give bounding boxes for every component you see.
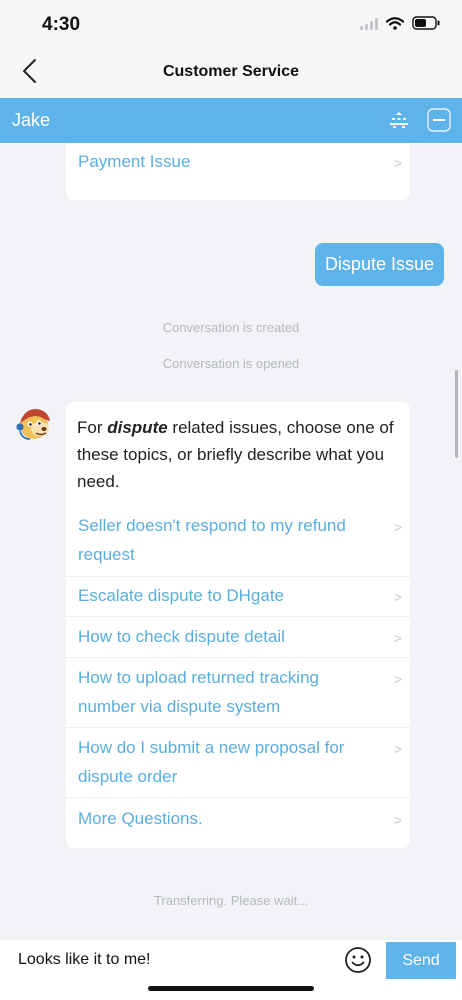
divider [66, 657, 410, 658]
topic-escalate-dispute[interactable]: Escalate dispute to DHgate > [66, 581, 410, 610]
status-icons [360, 16, 440, 35]
signal-icon [360, 17, 378, 35]
divider [66, 797, 410, 798]
input-bar: Send [0, 940, 462, 1000]
agent-bar: Jake [0, 98, 462, 143]
bot-message-card: For dispute related issues, choose one o… [66, 402, 410, 848]
minimize-icon[interactable] [426, 107, 452, 133]
chat-area[interactable]: Payment Issue > Dispute Issue Conversati… [0, 143, 462, 940]
wifi-icon [385, 16, 405, 35]
topic-seller-no-response[interactable]: Seller doesn't respond to my refund requ… [66, 511, 410, 569]
topic-label: Escalate dispute to DHgate [78, 586, 285, 605]
battery-icon [412, 16, 440, 35]
system-message-created: Conversation is created [162, 320, 300, 335]
system-message-opened: Conversation is opened [162, 356, 300, 371]
topic-label: More Questions. [78, 809, 203, 828]
send-button[interactable]: Send [386, 942, 456, 979]
topic-label: How to upload returned tracking number v… [78, 668, 319, 716]
status-time: 4:30 [42, 14, 81, 35]
chevron-right-icon: > [393, 741, 402, 757]
previous-topic-card: Payment Issue > [66, 143, 410, 200]
divider [66, 616, 410, 617]
page-title: Customer Service [162, 63, 300, 80]
home-indicator [148, 986, 314, 991]
topic-submit-proposal[interactable]: How do I submit a new proposal for dispu… [66, 733, 410, 791]
topic-more-questions[interactable]: More Questions. > [66, 804, 410, 833]
chevron-right-icon: > [393, 589, 402, 605]
topic-payment-issue[interactable]: Payment Issue > [66, 147, 410, 176]
smiley-icon[interactable] [344, 946, 372, 974]
divider [66, 727, 410, 728]
chevron-right-icon: > [393, 671, 402, 687]
message-input[interactable] [10, 940, 332, 980]
bot-message-keyword: dispute [107, 418, 168, 437]
divider [66, 576, 410, 577]
agent-avatar [14, 403, 54, 443]
topic-upload-tracking[interactable]: How to upload returned tracking number v… [66, 663, 410, 721]
bot-message-prefix: For [77, 418, 108, 437]
bot-message-text: For dispute related issues, choose one o… [77, 414, 397, 495]
topic-label: How do I submit a new proposal for dispu… [78, 738, 345, 786]
topic-label: How to check dispute detail [78, 627, 285, 646]
chevron-right-icon: > [393, 812, 402, 828]
chevron-right-icon: > [393, 519, 402, 535]
topic-label: Payment Issue [78, 152, 191, 171]
nav-bar: Customer Service [0, 48, 462, 98]
chevron-right-icon: > [393, 630, 402, 646]
topic-label: Seller doesn't respond to my refund requ… [78, 516, 346, 564]
user-message-bubble: Dispute Issue [314, 243, 444, 286]
status-bar: 4:30 [0, 0, 462, 48]
scrollbar[interactable] [455, 370, 458, 458]
system-message-transferring: Transferring. Please wait... [153, 893, 309, 908]
agent-name: Jake [12, 110, 51, 130]
topic-check-dispute-detail[interactable]: How to check dispute detail > [66, 622, 410, 651]
tray-icon[interactable] [386, 107, 412, 133]
chevron-right-icon: > [393, 155, 402, 171]
